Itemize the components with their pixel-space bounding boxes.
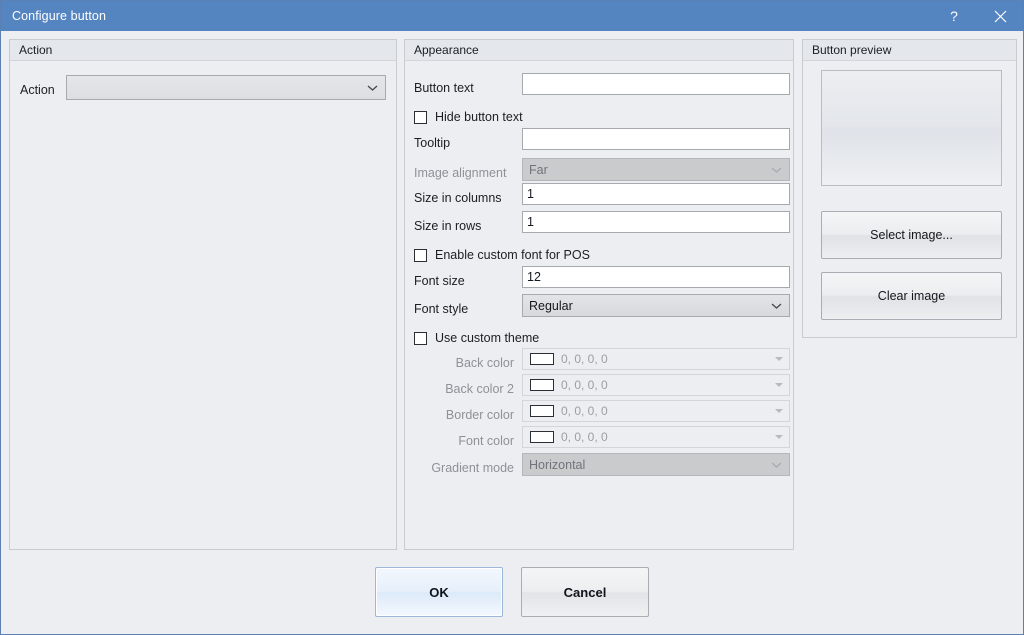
close-button[interactable] [977,1,1023,31]
appearance-group-header: Appearance [405,40,793,61]
title-bar-buttons: ? [931,1,1023,31]
cancel-button[interactable]: Cancel [521,567,649,617]
window-title: Configure button [12,9,106,23]
appearance-group-content: Button text Hide button text Tooltip Ima… [405,61,793,549]
button-text-label: Button text [414,81,474,95]
font-style-combobox[interactable]: Regular [522,294,790,317]
enable-custom-font-label: Enable custom font for POS [435,248,590,262]
help-button[interactable]: ? [931,1,977,31]
button-preview-group-header: Button preview [803,40,1016,61]
font-style-label: Font style [414,302,468,316]
action-group-header: Action [10,40,396,61]
image-alignment-combobox: Far [522,158,790,181]
appearance-group-box: Appearance Button text Hide button text … [404,39,794,550]
tooltip-label: Tooltip [414,136,450,150]
use-custom-theme-label: Use custom theme [435,331,539,345]
border-color-value: 0, 0, 0, 0 [561,404,608,418]
ok-button[interactable]: OK [375,567,503,617]
action-field-label: Action [20,83,55,97]
color-swatch [530,379,554,391]
color-swatch [530,431,554,443]
hide-button-text-checkbox-row[interactable]: Hide button text [414,110,523,124]
title-bar: Configure button ? [1,1,1023,31]
select-image-button-label: Select image... [870,228,953,242]
gradient-mode-combobox: Horizontal [522,453,790,476]
action-group-box: Action Action [9,39,397,550]
chevron-down-icon [771,166,782,173]
back-color-2-picker: 0, 0, 0, 0 [522,374,790,396]
font-style-value: Regular [529,299,573,313]
tooltip-input[interactable] [522,128,790,150]
size-in-rows-input[interactable] [522,211,790,233]
color-swatch [530,405,554,417]
chevron-down-icon [367,84,378,91]
gradient-mode-value: Horizontal [529,458,585,472]
image-alignment-label: Image alignment [414,166,506,180]
clear-image-button-label: Clear image [878,289,945,303]
button-text-input[interactable] [522,73,790,95]
dropdown-arrow-icon [775,409,783,413]
use-custom-theme-checkbox-row[interactable]: Use custom theme [414,331,539,345]
back-color-value: 0, 0, 0, 0 [561,352,608,366]
button-preview-group-content: Select image... Clear image [803,61,1016,337]
size-in-columns-input[interactable] [522,183,790,205]
dialog-body: Action Action Appearance [1,31,1023,634]
close-icon [994,10,1007,23]
action-group-content: Action [10,61,396,549]
cancel-button-label: Cancel [564,585,607,600]
dropdown-arrow-icon [775,357,783,361]
dropdown-arrow-icon [775,383,783,387]
back-color-picker: 0, 0, 0, 0 [522,348,790,370]
dropdown-arrow-icon [775,435,783,439]
font-color-picker: 0, 0, 0, 0 [522,426,790,448]
border-color-label: Border color [414,408,514,422]
enable-custom-font-checkbox-row[interactable]: Enable custom font for POS [414,248,590,262]
button-preview-group-box: Button preview Select image... Clear ima… [802,39,1017,338]
back-color-label: Back color [414,356,514,370]
back-color-2-value: 0, 0, 0, 0 [561,378,608,392]
button-preview-group-title: Button preview [812,43,891,57]
back-color-2-label: Back color 2 [414,382,514,396]
border-color-picker: 0, 0, 0, 0 [522,400,790,422]
image-alignment-value: Far [529,163,548,177]
size-in-rows-label: Size in rows [414,219,481,233]
font-size-input[interactable] [522,266,790,288]
hide-button-text-checkbox[interactable] [414,111,427,124]
use-custom-theme-checkbox[interactable] [414,332,427,345]
chevron-down-icon [771,302,782,309]
clear-image-button[interactable]: Clear image [821,272,1002,320]
button-preview-area [821,70,1002,186]
color-swatch [530,353,554,365]
action-combobox[interactable] [66,75,386,100]
gradient-mode-label: Gradient mode [414,461,514,475]
hide-button-text-label: Hide button text [435,110,523,124]
font-color-value: 0, 0, 0, 0 [561,430,608,444]
enable-custom-font-checkbox[interactable] [414,249,427,262]
size-in-columns-label: Size in columns [414,191,502,205]
font-color-label: Font color [414,434,514,448]
ok-button-label: OK [429,585,449,600]
action-group-title: Action [19,43,52,57]
configure-button-dialog: Configure button ? Action Action [0,0,1024,635]
appearance-group-title: Appearance [414,43,479,57]
chevron-down-icon [771,461,782,468]
question-mark-icon: ? [950,8,958,24]
select-image-button[interactable]: Select image... [821,211,1002,259]
font-size-label: Font size [414,274,465,288]
